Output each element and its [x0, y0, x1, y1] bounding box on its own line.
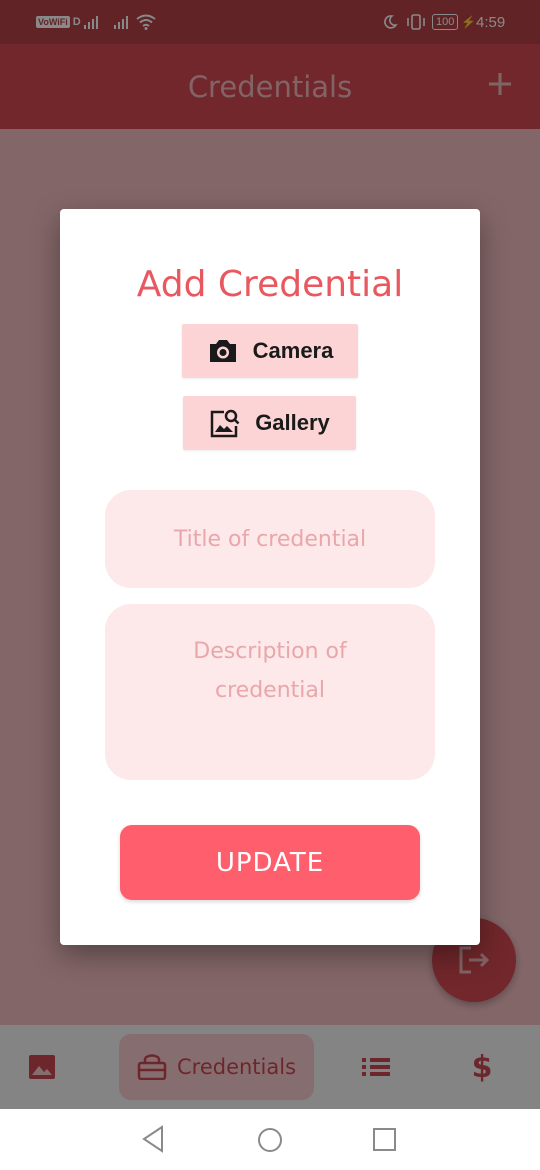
home-button[interactable]: [256, 1126, 284, 1158]
credential-title-input[interactable]: Title of credential: [105, 490, 435, 588]
update-button[interactable]: UPDATE: [120, 825, 420, 900]
gallery-search-icon: [210, 409, 240, 438]
description-placeholder: Description of credential: [193, 639, 347, 703]
back-button[interactable]: [140, 1125, 166, 1157]
title-placeholder: Title of credential: [173, 526, 367, 552]
camera-button-label: Camera: [252, 338, 334, 363]
recents-icon: [373, 1128, 396, 1151]
gallery-button-label: Gallery: [255, 410, 330, 435]
gallery-button[interactable]: Gallery: [183, 396, 356, 450]
system-navigation-bar: [0, 1109, 540, 1170]
credential-description-input[interactable]: Description of credential: [105, 604, 435, 780]
recents-button[interactable]: [372, 1127, 398, 1157]
camera-icon: [209, 340, 236, 362]
dialog-title: Add Credential: [136, 264, 404, 305]
back-icon: [142, 1125, 163, 1153]
add-credential-dialog: Add Credential Camera Gallery Title of c…: [60, 209, 480, 945]
camera-button[interactable]: Camera: [182, 324, 358, 378]
home-icon: [258, 1128, 282, 1152]
